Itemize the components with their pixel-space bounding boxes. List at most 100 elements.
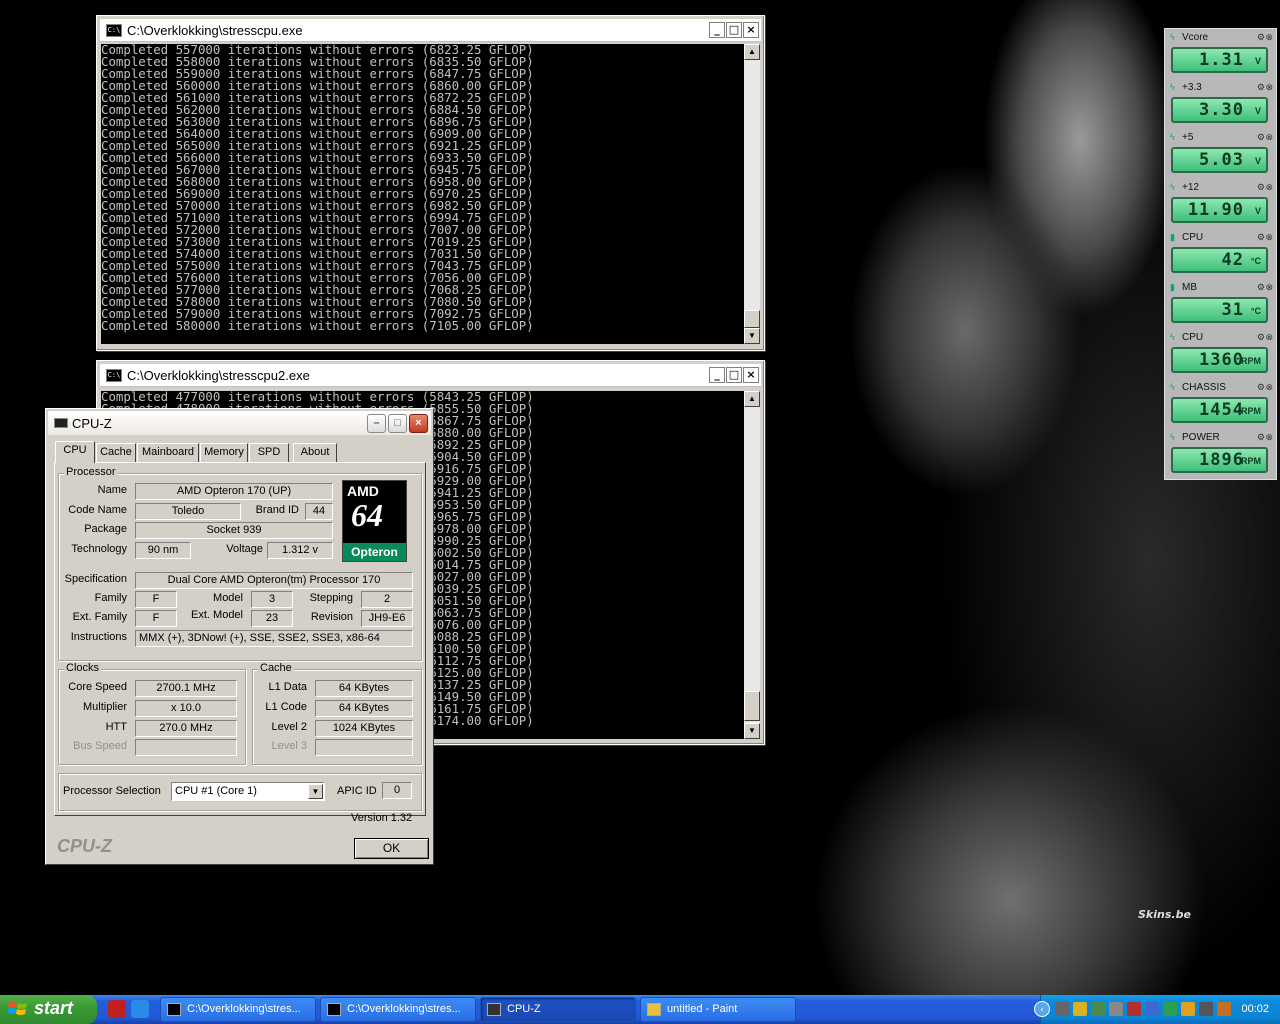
sensor-gadget[interactable]: ϟ POWER ⚙ ⊗ 1896 RPM <box>1167 431 1274 479</box>
sensor-gadget[interactable]: ϟ CHASSIS ⚙ ⊗ 1454 RPM <box>1167 381 1274 429</box>
maximize-button[interactable]: □ <box>388 414 407 433</box>
gadget-controls[interactable]: ⚙ ⊗ <box>1257 232 1273 243</box>
sensor-gadget[interactable]: ▮ CPU ⚙ ⊗ 42 °C <box>1167 231 1274 279</box>
cpu-tab-panel: Processor Name AMD Opteron 170 (UP) Code… <box>54 462 426 816</box>
tab-memory[interactable]: Memory <box>200 443 248 462</box>
cpuz-window[interactable]: CPU-Z – □ × CPU Cache Mainboard Memory SPD… <box>45 408 434 865</box>
ok-button[interactable]: OK <box>354 838 429 859</box>
name-value: AMD Opteron 170 (UP) <box>135 483 333 500</box>
taskbar-task-paint[interactable]: untitled - Paint <box>640 997 796 1022</box>
sensor-gadget[interactable]: ϟ +5 ⚙ ⊗ 5.03 V <box>1167 131 1274 179</box>
console-scrollbar[interactable]: ▲ ▼ <box>744 44 760 344</box>
taskbar-task-console1[interactable]: C:\Overklokking\stres... <box>160 997 316 1022</box>
minimize-button[interactable]: _ <box>709 367 725 383</box>
gadget-settings-icon[interactable]: ⚙ <box>1257 32 1265 42</box>
gadget-settings-icon[interactable]: ⚙ <box>1257 332 1265 342</box>
close-icon[interactable]: ⊗ <box>1265 182 1272 192</box>
gadget-settings-icon[interactable]: ⚙ <box>1257 182 1265 192</box>
chevron-down-icon[interactable]: ▼ <box>308 784 323 799</box>
processor-selection-dropdown[interactable]: CPU #1 (Core 1) ▼ <box>171 782 325 801</box>
sensor-gadget[interactable]: ϟ Vcore ⚙ ⊗ 1.31 V <box>1167 31 1274 79</box>
tab-mainboard[interactable]: Mainboard <box>137 443 199 462</box>
tab-cache[interactable]: Cache <box>96 443 136 462</box>
close-button[interactable]: × <box>743 22 759 38</box>
tray-app-icon[interactable] <box>1109 1002 1123 1016</box>
tray-app-icon[interactable] <box>1091 1002 1105 1016</box>
tray-app-icon[interactable] <box>1163 1002 1177 1016</box>
scroll-down-arrow-icon[interactable]: ▼ <box>744 723 760 739</box>
console-scrollbar[interactable]: ▲ ▼ <box>744 391 760 739</box>
sensor-gadget[interactable]: ϟ +3.3 ⚙ ⊗ 3.30 V <box>1167 81 1274 129</box>
gadget-controls[interactable]: ⚙ ⊗ <box>1257 82 1273 93</box>
gadget-settings-icon[interactable]: ⚙ <box>1257 132 1265 142</box>
console-title: C:\Overklokking\stresscpu.exe <box>127 23 303 38</box>
gadget-unit: RPM <box>1241 406 1261 416</box>
close-icon[interactable]: ⊗ <box>1265 432 1272 442</box>
gadget-controls[interactable]: ⚙ ⊗ <box>1257 282 1273 293</box>
cpuz-titlebar[interactable]: CPU-Z – □ × <box>48 411 431 435</box>
close-icon[interactable]: ⊗ <box>1265 282 1272 292</box>
gadget-settings-icon[interactable]: ⚙ <box>1257 282 1265 292</box>
tray-app-icon[interactable] <box>1199 1002 1213 1016</box>
close-icon[interactable]: ⊗ <box>1265 82 1272 92</box>
close-button[interactable]: × <box>409 414 428 433</box>
tab-about[interactable]: About <box>293 443 337 462</box>
gadget-settings-icon[interactable]: ⚙ <box>1257 82 1265 92</box>
close-icon[interactable]: ⊗ <box>1265 32 1272 42</box>
scroll-thumb[interactable] <box>744 310 760 328</box>
close-button[interactable]: × <box>743 367 759 383</box>
scroll-up-arrow-icon[interactable]: ▲ <box>744 391 760 407</box>
sensor-gadget[interactable]: ϟ CPU ⚙ ⊗ 1360 RPM <box>1167 331 1274 379</box>
apic-id-label: APIC ID <box>337 785 377 797</box>
scroll-thumb[interactable] <box>744 691 760 721</box>
stepping-label: Stepping <box>309 592 353 604</box>
scroll-up-arrow-icon[interactable]: ▲ <box>744 44 760 60</box>
gadget-controls[interactable]: ⚙ ⊗ <box>1257 432 1273 443</box>
gadget-controls[interactable]: ⚙ ⊗ <box>1257 132 1273 143</box>
task-label: CPU-Z <box>507 1003 541 1015</box>
sensor-gadget[interactable]: ϟ +12 ⚙ ⊗ 11.90 V <box>1167 181 1274 229</box>
quicklaunch-internet-explorer-icon[interactable] <box>131 1000 149 1018</box>
technology-label: Technology <box>71 543 127 555</box>
tab-cpu[interactable]: CPU <box>55 441 95 463</box>
gadget-controls[interactable]: ⚙ ⊗ <box>1257 182 1273 193</box>
tray-app-icon[interactable] <box>1127 1002 1141 1016</box>
tray-network-icon[interactable] <box>1055 1002 1069 1016</box>
quicklaunch-app-icon[interactable] <box>108 1000 126 1018</box>
scroll-down-arrow-icon[interactable]: ▼ <box>744 328 760 344</box>
close-icon[interactable]: ⊗ <box>1265 382 1272 392</box>
tray-expand-chevron-icon[interactable]: ‹ <box>1034 1001 1050 1017</box>
gadget-value: 5.03 <box>1199 150 1244 170</box>
close-icon[interactable]: ⊗ <box>1265 132 1272 142</box>
gadget-controls[interactable]: ⚙ ⊗ <box>1257 32 1273 43</box>
gadget-settings-icon[interactable]: ⚙ <box>1257 382 1265 392</box>
l1code-value: 64 KBytes <box>315 700 413 717</box>
console-titlebar[interactable]: C:\ C:\Overklokking\stresscpu2.exe _ □ × <box>100 364 761 387</box>
minimize-button[interactable]: – <box>367 414 386 433</box>
amd-opteron-logo: AMD 64 Opteron <box>342 480 407 562</box>
taskbar-task-cpuz[interactable]: CPU-Z <box>480 997 636 1022</box>
maximize-button[interactable]: □ <box>726 22 742 38</box>
tray-shield-icon[interactable] <box>1073 1002 1087 1016</box>
gadget-settings-icon[interactable]: ⚙ <box>1257 232 1265 242</box>
tab-spd[interactable]: SPD <box>249 443 289 462</box>
minimize-button[interactable]: _ <box>709 22 725 38</box>
console-window-stresscpu[interactable]: C:\ C:\Overklokking\stresscpu.exe _ □ × Co… <box>96 15 765 351</box>
sensor-gadget[interactable]: ▮ MB ⚙ ⊗ 31 °C <box>1167 281 1274 329</box>
console-titlebar[interactable]: C:\ C:\Overklokking\stresscpu.exe _ □ × <box>100 19 761 42</box>
tray-app-icon[interactable] <box>1145 1002 1159 1016</box>
gadget-controls[interactable]: ⚙ ⊗ <box>1257 382 1273 393</box>
tray-app-icon[interactable] <box>1217 1002 1231 1016</box>
taskbar-task-console2[interactable]: C:\Overklokking\stres... <box>320 997 476 1022</box>
taskbar-clock[interactable]: 00:02 <box>1241 1003 1269 1015</box>
start-button[interactable]: start <box>0 995 97 1024</box>
gadget-settings-icon[interactable]: ⚙ <box>1257 432 1265 442</box>
taskbar: start C:\Overklokking\stres... C:\Overkl… <box>0 995 1280 1024</box>
close-icon[interactable]: ⊗ <box>1265 332 1272 342</box>
close-icon[interactable]: ⊗ <box>1265 232 1272 242</box>
l1data-label: L1 Data <box>268 681 307 693</box>
gadget-value: 1896 <box>1199 450 1244 470</box>
maximize-button[interactable]: □ <box>726 367 742 383</box>
tray-app-icon[interactable] <box>1181 1002 1195 1016</box>
gadget-controls[interactable]: ⚙ ⊗ <box>1257 332 1273 343</box>
